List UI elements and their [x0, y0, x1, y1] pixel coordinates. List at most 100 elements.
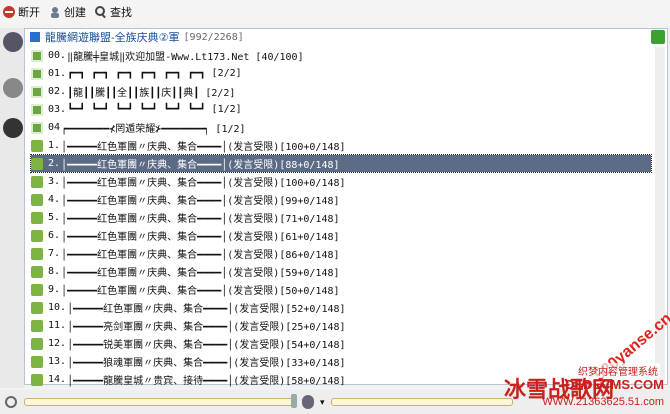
disconnect-button[interactable]: 断开 [2, 4, 40, 20]
list-item[interactable]: 4. │━━━━━红色軍團〃庆典、集合━━━━│(发言受限)[99+0/148] [31, 191, 651, 208]
find-label: 查找 [110, 7, 132, 19]
row-text: │━━━━━红色軍團〃庆典、集合━━━━│(发言受限)[100+0/148] [61, 142, 346, 153]
create-button[interactable]: 创建 [48, 4, 86, 20]
row-number: 00. [48, 50, 67, 61]
row-number: 11. [48, 320, 67, 331]
list-item[interactable]: 13. │━━━━━狼魂軍團〃庆典、集合━━━━│(发言受限)[33+0/148] [31, 353, 651, 370]
search-icon [95, 6, 106, 19]
row-text: │━━━━━红色軍團〃庆典、集合━━━━│(发言受限)[71+0/148] [61, 214, 340, 225]
list-item[interactable]: 9. │━━━━━红色軍團〃庆典、集合━━━━│(发言受限)[50+0/148] [31, 281, 651, 298]
toolbar: 断开 创建 查找 [0, 0, 670, 24]
sidebar [0, 28, 24, 388]
disconnect-label: 断开 [18, 7, 40, 19]
list-item[interactable]: 1. │━━━━━红色軍團〃庆典、集合━━━━│(发言受限)[100+0/148] [31, 137, 651, 154]
audio-bar: ▾ [0, 390, 670, 414]
row-text: │━━━━━红色軍團〃庆典、集合━━━━│(发言受限)[50+0/148] [61, 286, 340, 297]
user-icon[interactable] [3, 32, 23, 52]
channel-plus-icon [31, 139, 43, 152]
row-number: 7. [48, 248, 61, 259]
lock-icon [31, 49, 43, 62]
row-number: 01. [48, 68, 67, 79]
channel-plus-icon [31, 265, 43, 278]
list-item[interactable]: 10. │━━━━━红色軍團〃庆典、集合━━━━│(发言受限)[52+0/148] [31, 299, 651, 316]
list-item[interactable]: 01. ┏━┓ ┏━┓ ┏━┓ ┏━┓ ┏━┓ ┏━┓ [2/2] [31, 65, 651, 82]
lock-icon [31, 121, 43, 134]
row-number: 3. [48, 176, 61, 187]
row-number: 03. [48, 104, 67, 115]
disconnect-icon [3, 6, 15, 18]
list-item[interactable]: 03. ┗━┛ ┗━┛ ┗━┛ ┗━┛ ┗━┛ ┗━┛ [1/2] [31, 101, 651, 118]
row-text: │━━━━━亮剑軍團〃庆典、集合━━━━│(发言受限)[25+0/148] [67, 322, 346, 333]
channel-plus-icon [31, 355, 43, 368]
channel-plus-icon [31, 319, 43, 332]
channel-plus-icon [31, 175, 43, 188]
refresh-icon[interactable] [651, 30, 665, 44]
row-text: │━━━━━龍騰皇城〃贵宾、接待━━━━│(发言受限)[58+0/148] [67, 376, 346, 387]
row-number: 10. [48, 302, 67, 313]
row-text: │━━━━━红色軍團〃庆典、集合━━━━│(发言受限)[88+0/148] [61, 160, 340, 171]
row-number: 4. [48, 194, 61, 205]
speaker-volume-slider[interactable] [24, 394, 297, 408]
channel-plus-icon [31, 283, 43, 296]
row-number: 8. [48, 266, 61, 277]
row-text: ┏━┓ ┏━┓ ┏━┓ ┏━┓ ┏━┓ ┏━┓ [2/2] [67, 68, 242, 79]
list-item[interactable]: 6. │━━━━━红色軍團〃庆典、集合━━━━│(发言受限)[61+0/148] [31, 227, 651, 244]
row-text: ┗━┛ ┗━┛ ┗━┛ ┗━┛ ┗━┛ ┗━┛ [1/2] [67, 104, 242, 115]
list-item[interactable]: 14. │━━━━━龍騰皇城〃贵宾、接待━━━━│(发言受限)[58+0/148] [31, 371, 651, 388]
row-number: 04 [48, 122, 61, 133]
list-item[interactable]: 04 ┍━━━━━━━⊀罔遁荣耀⊁━━━━━━━┑ [1/2] [31, 119, 651, 136]
mic-volume-slider[interactable] [330, 398, 513, 406]
row-number: 1. [48, 140, 61, 151]
slider-knob[interactable] [291, 394, 297, 408]
channel-plus-icon [31, 301, 43, 314]
list-item-selected[interactable]: 2. │━━━━━红色軍團〃庆典、集合━━━━│(发言受限)[88+0/148] [30, 154, 652, 173]
row-number: 6. [48, 230, 61, 241]
row-number: 2. [48, 158, 61, 169]
row-text: │━━━━━红色軍團〃庆典、集合━━━━│(发言受限)[59+0/148] [61, 268, 340, 279]
channel-plus-icon [31, 247, 43, 260]
row-number: 14. [48, 374, 67, 385]
lock-icon [31, 85, 43, 98]
channel-plus-icon [31, 337, 43, 350]
speaker-icon[interactable] [4, 395, 18, 409]
channel-plus-icon [31, 211, 43, 224]
channel-plus-icon [31, 193, 43, 206]
channel-plus-icon [31, 157, 43, 170]
row-text: ‖龍騰╪皇城‖欢迎加盟-Www.Lt173.Net [40/100] [67, 52, 304, 63]
row-text: ┃龍┃┃騰┃┃全┃┃族┃┃庆┃┃典┃ [2/2] [67, 88, 236, 99]
list-item[interactable]: 5. │━━━━━红色軍團〃庆典、集合━━━━│(发言受限)[71+0/148] [31, 209, 651, 226]
row-number: 12. [48, 338, 67, 349]
list-item[interactable]: 7. │━━━━━红色軍團〃庆典、集合━━━━│(发言受限)[86+0/148] [31, 245, 651, 262]
row-text: ┍━━━━━━━⊀罔遁荣耀⊁━━━━━━━┑ [1/2] [61, 124, 246, 135]
channel-plus-icon [31, 373, 43, 386]
settings-icon[interactable] [3, 118, 23, 138]
row-text: │━━━━━狼魂軍團〃庆典、集合━━━━│(发言受限)[33+0/148] [67, 358, 346, 369]
find-button[interactable]: 查找 [94, 4, 132, 20]
list-item[interactable]: 8. │━━━━━红色軍團〃庆典、集合━━━━│(发言受限)[59+0/148] [31, 263, 651, 280]
lock-icon [31, 67, 43, 80]
list-item[interactable]: 3. │━━━━━红色軍團〃庆典、集合━━━━│(发言受限)[100+0/148] [31, 173, 651, 190]
create-label: 创建 [64, 7, 86, 19]
list-item[interactable]: 00. ‖龍騰╪皇城‖欢迎加盟-Www.Lt173.Net [40/100] [31, 47, 651, 64]
vertical-scrollbar[interactable] [655, 47, 665, 381]
channel-header[interactable]: 龍騰網遊聯盟-全族庆典②軍 [992/2268] [29, 29, 244, 45]
row-text: │━━━━━红色軍團〃庆典、集合━━━━│(发言受限)[86+0/148] [61, 250, 340, 261]
lock-icon [31, 103, 43, 116]
create-user-icon [51, 7, 59, 18]
channel-plus-icon [31, 229, 43, 242]
list-item[interactable]: 12. │━━━━━锐美軍團〃庆典、集合━━━━│(发言受限)[54+0/148] [31, 335, 651, 352]
row-text: │━━━━━红色軍團〃庆典、集合━━━━│(发言受限)[52+0/148] [67, 304, 346, 315]
channel-panel: 龍騰網遊聯盟-全族庆典②軍 [992/2268] 00. ‖龍騰╪皇城‖欢迎加盟-… [24, 28, 668, 388]
channel-title: 龍騰網遊聯盟-全族庆典②軍 [45, 32, 180, 44]
row-text: │━━━━━红色軍團〃庆典、集合━━━━│(发言受限)[61+0/148] [61, 232, 340, 243]
row-number: 02. [48, 86, 67, 97]
channel-icon [30, 32, 40, 42]
microphone-icon[interactable] [302, 395, 314, 409]
list-item[interactable]: 02. ┃龍┃┃騰┃┃全┃┃族┃┃庆┃┃典┃ [2/2] [31, 83, 651, 100]
row-text: │━━━━━红色軍團〃庆典、集合━━━━│(发言受限)[100+0/148] [61, 178, 346, 189]
list-item[interactable]: 11. │━━━━━亮剑軍團〃庆典、集合━━━━│(发言受限)[25+0/148] [31, 317, 651, 334]
row-number: 13. [48, 356, 67, 367]
channel-count: [992/2268] [183, 31, 244, 43]
chevron-down-icon[interactable]: ▾ [320, 397, 325, 408]
group-icon[interactable] [3, 78, 23, 98]
